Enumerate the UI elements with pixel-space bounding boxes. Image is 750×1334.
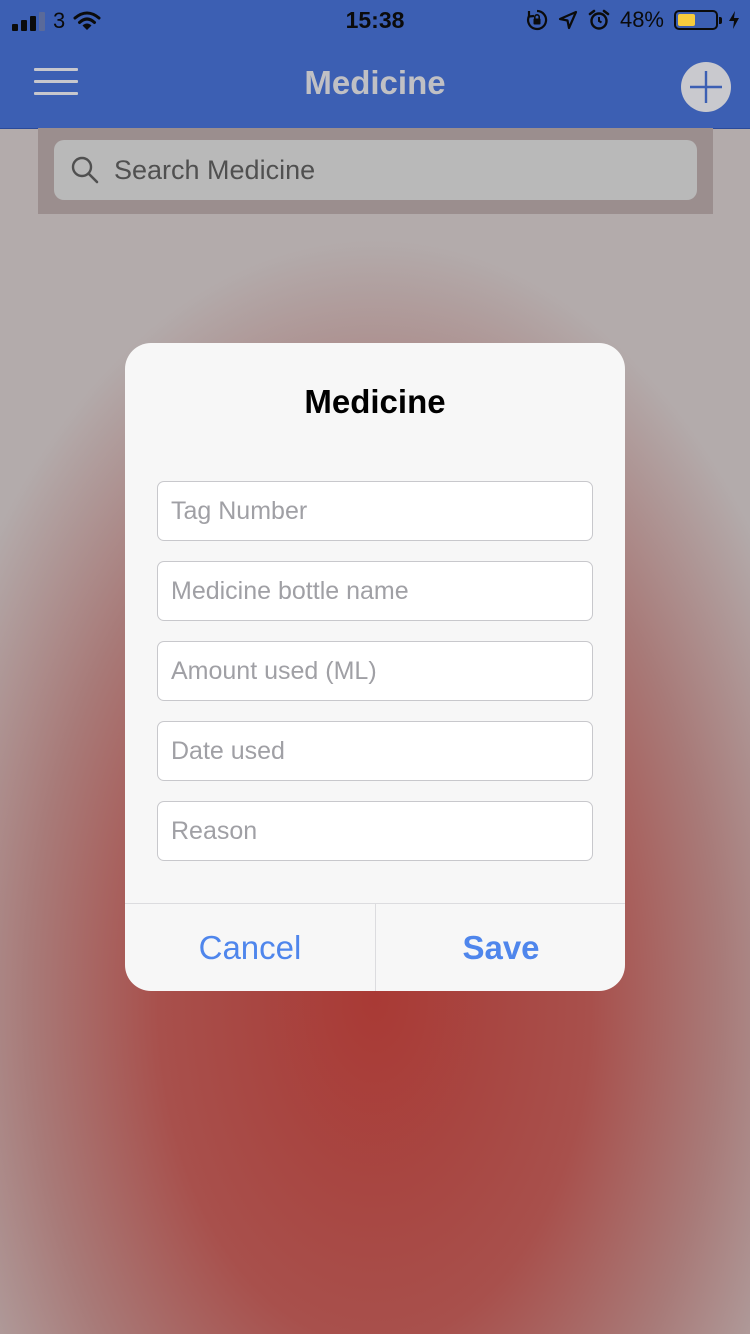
alarm-clock-icon (588, 9, 610, 30)
status-bar: 3 15:38 48% (0, 0, 750, 40)
amount-used-field[interactable] (157, 641, 593, 701)
reason-field[interactable] (157, 801, 593, 861)
search-icon (71, 156, 99, 184)
charging-bolt-icon (729, 11, 739, 29)
tag-number-field[interactable] (157, 481, 593, 541)
orientation-lock-icon (526, 9, 548, 31)
nav-bar: Medicine (0, 40, 750, 129)
location-arrow-icon (558, 10, 578, 30)
save-button[interactable]: Save (376, 904, 625, 991)
search-placeholder: Search Medicine (114, 154, 316, 185)
battery-icon (674, 10, 722, 30)
medicine-bottle-name-field[interactable] (157, 561, 593, 621)
plus-icon (690, 71, 722, 103)
medicine-dialog: Medicine Cancel Save (125, 343, 625, 991)
status-right: 48% (526, 7, 740, 33)
search-input[interactable]: Search Medicine (54, 140, 697, 200)
nav-title: Medicine (304, 64, 446, 101)
battery-fill (678, 14, 695, 26)
add-button[interactable] (681, 62, 731, 112)
battery-percent: 48% (619, 7, 664, 32)
cancel-button[interactable]: Cancel (125, 904, 375, 991)
date-used-field[interactable] (157, 721, 593, 781)
search-bar: Search Medicine (38, 128, 713, 214)
dialog-title: Medicine (304, 383, 446, 420)
